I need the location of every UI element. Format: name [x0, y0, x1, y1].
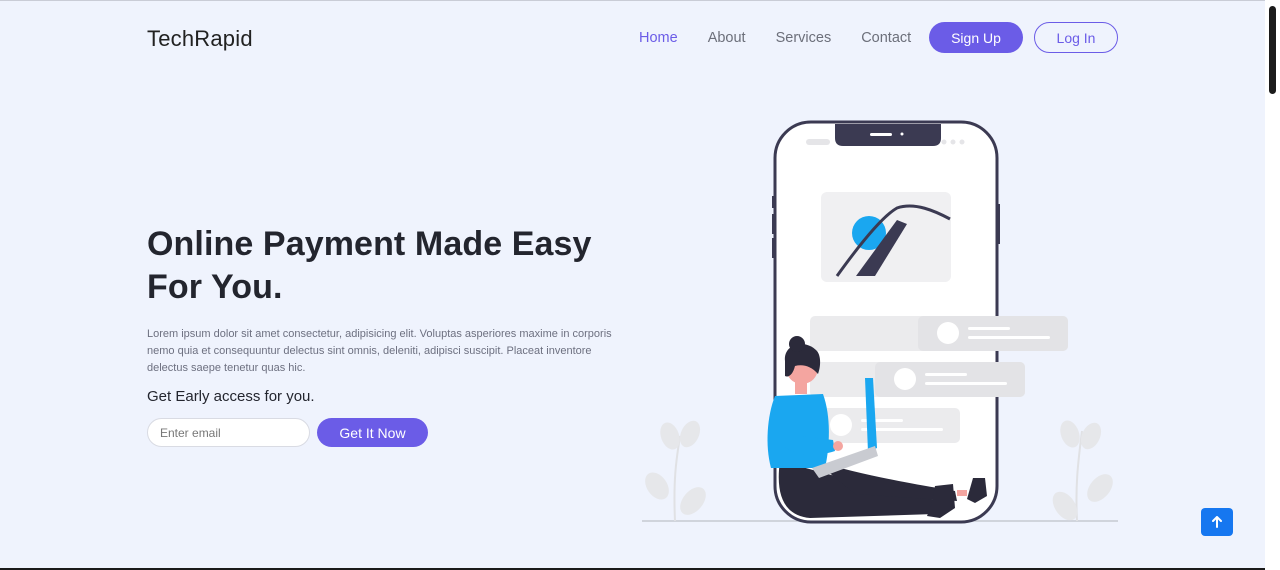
- plant-left-icon: [645, 420, 706, 522]
- hero-illustration: [642, 120, 1118, 524]
- scroll-to-top-button[interactable]: [1201, 508, 1233, 536]
- nav-link-services[interactable]: Services: [776, 28, 832, 48]
- login-button[interactable]: Log In: [1034, 22, 1118, 53]
- nav-link-home[interactable]: Home: [639, 28, 678, 48]
- nav-link-contact[interactable]: Contact: [861, 28, 911, 48]
- main-nav: Home About Services Contact: [639, 28, 941, 48]
- signup-button[interactable]: Sign Up: [929, 22, 1023, 53]
- hero-description: Lorem ipsum dolor sit amet consectetur, …: [147, 328, 612, 374]
- plant-right-icon: [1052, 420, 1113, 522]
- scrollbar[interactable]: [1265, 0, 1280, 570]
- hero-subtitle: Get Early access for you.: [147, 388, 315, 405]
- email-input[interactable]: [147, 418, 310, 447]
- nav-link-about[interactable]: About: [708, 28, 746, 48]
- message-bubbles: [810, 316, 1068, 443]
- brand-logo[interactable]: TechRapid: [147, 26, 253, 52]
- page: TechRapid Home About Services Contact Si…: [0, 0, 1265, 568]
- arrow-up-icon: [1212, 516, 1222, 528]
- scrollbar-thumb[interactable]: [1269, 6, 1276, 94]
- hero-title: Online Payment Made Easy For You.: [147, 225, 592, 306]
- get-it-now-button[interactable]: Get It Now: [317, 418, 428, 447]
